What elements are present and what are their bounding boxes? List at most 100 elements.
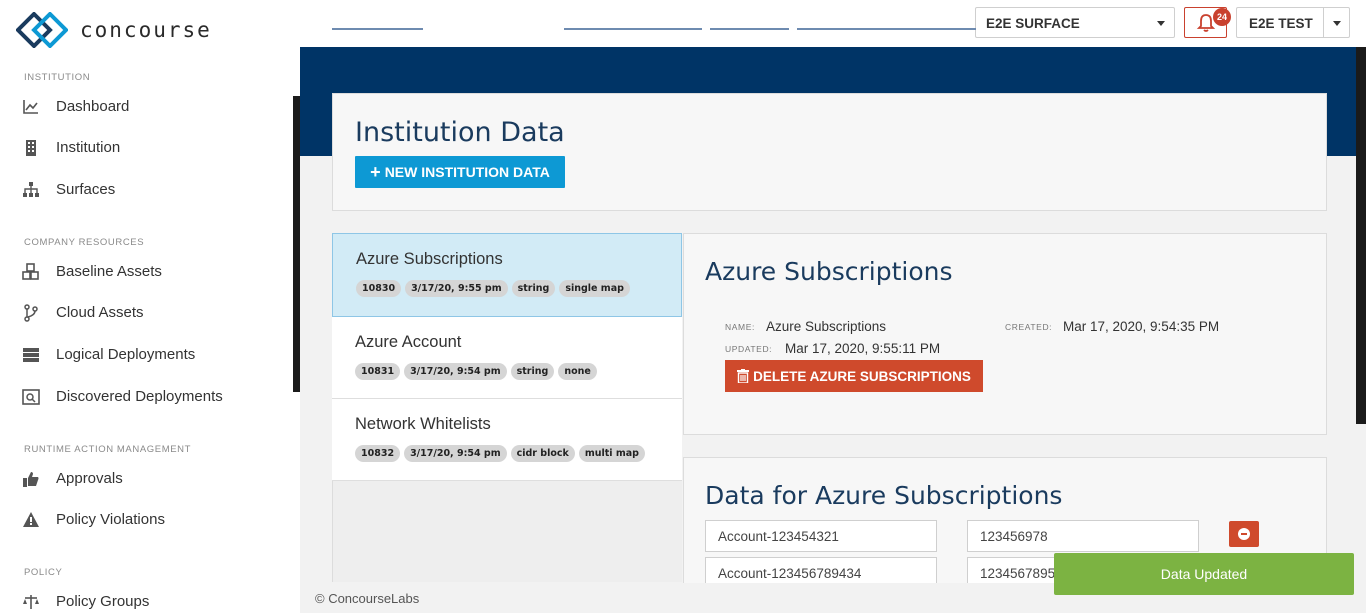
detail-title: Azure Subscriptions [705, 257, 953, 286]
surface-select[interactable]: E2E SURFACE [975, 7, 1175, 38]
sidebar-item-discovered-deployments[interactable]: Discovered Deployments [0, 381, 300, 413]
key-field[interactable]: Account-123456789434 [705, 557, 937, 583]
list-item-name: Azure Subscriptions [356, 250, 503, 268]
sidebar-item-institution[interactable]: Institution [0, 132, 300, 164]
branch-icon [24, 304, 38, 322]
surface-select-value: E2E SURFACE [986, 16, 1080, 31]
sidebar-item-label: Baseline Assets [56, 263, 162, 280]
tag-group: 10832 3/17/20, 9:54 pm cidr block multi … [355, 445, 645, 462]
name-value: Azure Subscriptions [766, 319, 887, 334]
date-tag: 3/17/20, 9:55 pm [405, 280, 508, 297]
new-institution-data-button[interactable]: + NEW INSTITUTION DATA [355, 156, 565, 188]
sidebar-item-label: Dashboard [56, 98, 130, 115]
sidebar-item-label: Cloud Assets [56, 304, 144, 321]
toast-notification[interactable]: Data Updated [1054, 553, 1354, 595]
type-tag: cidr block [510, 445, 575, 462]
tab-overview[interactable]: Overview [332, 0, 423, 30]
type-tag: string [511, 280, 556, 297]
sidebar-item-label: Logical Deployments [56, 346, 196, 363]
minus-circle-icon [1238, 528, 1250, 540]
scrollbar[interactable] [1356, 47, 1366, 424]
chevron-down-icon[interactable] [1333, 21, 1341, 26]
plus-icon: + [370, 162, 381, 182]
page-title: Institution Data [355, 117, 565, 148]
sidebar-item-policy-violations[interactable]: Policy Violations [0, 504, 300, 536]
name-label: NAME: [725, 322, 755, 332]
remove-row-button[interactable] [1229, 521, 1259, 547]
tab-label: Reports [725, 6, 774, 21]
notification-count-badge: 24 [1213, 8, 1231, 26]
chevron-down-icon [1157, 21, 1165, 26]
data-section-title: Data for Azure Subscriptions [705, 481, 1063, 510]
cubes-icon [22, 263, 39, 280]
building-icon [26, 140, 36, 156]
id-tag: 10830 [356, 280, 402, 297]
sidebar-item-label: Institution [56, 139, 121, 156]
sidebar-item-baseline-assets[interactable]: Baseline Assets [0, 256, 300, 288]
list-item[interactable]: Network Whitelists 10832 3/17/20, 9:54 p… [332, 399, 682, 481]
tab-label: Connect Cloud Accounts [812, 6, 961, 21]
copyright-text: © ConcourseLabs [315, 591, 420, 606]
id-tag: 10832 [355, 445, 401, 462]
sidebar-item-policy-groups[interactable]: Policy Groups [0, 586, 300, 613]
warning-icon [23, 512, 39, 527]
list-item-name: Azure Account [355, 333, 462, 351]
map-tag: multi map [578, 445, 645, 462]
id-tag: 10831 [355, 363, 401, 380]
created-value: Mar 17, 2020, 9:54:35 PM [1063, 319, 1220, 334]
tab-label: Institution Data [448, 6, 539, 21]
created-label: CREATED: [1005, 322, 1053, 332]
tab-idp-configuration[interactable]: IDP configuration [564, 0, 702, 30]
sidebar-item-label: Policy Groups [56, 593, 150, 610]
chart-icon [23, 100, 38, 114]
frame-edge [293, 96, 300, 392]
toast-message: Data Updated [1160, 566, 1248, 582]
section-title-policy: POLICY [24, 567, 63, 578]
delete-button[interactable]: DELETE AZURE SUBSCRIPTIONS [725, 360, 983, 392]
concourse-logo-icon [16, 12, 68, 48]
user-menu-button[interactable]: E2E TEST [1236, 7, 1350, 38]
sidebar-item-label: Policy Violations [56, 511, 165, 528]
sidebar-item-label: Surfaces [56, 181, 116, 198]
sidebar: concourse INSTITUTION COMPANY RESOURCES … [0, 0, 300, 613]
value-field[interactable]: 123456978 [967, 520, 1199, 552]
sidebar-item-cloud-assets[interactable]: Cloud Assets [0, 297, 300, 329]
date-tag: 3/17/20, 9:54 pm [404, 445, 507, 462]
map-tag: none [558, 363, 597, 380]
list-item-name: Network Whitelists [355, 415, 491, 433]
type-tag: string [510, 363, 555, 380]
section-title-runtime-action: RUNTIME ACTION MANAGEMENT [24, 444, 192, 455]
list-item[interactable]: Azure Account 10831 3/17/20, 9:54 pm str… [332, 317, 682, 399]
section-title-company-resources: COMPANY RESOURCES [24, 237, 145, 248]
sidebar-item-dashboard[interactable]: Dashboard [0, 91, 300, 123]
page-header-card [332, 93, 1327, 211]
date-tag: 3/17/20, 9:54 pm [404, 363, 507, 380]
brand-name: concourse [80, 18, 212, 42]
tab-connect-cloud-accounts[interactable]: Connect Cloud Accounts [797, 0, 976, 30]
button-label: NEW INSTITUTION DATA [384, 164, 550, 180]
updated-label: UPDATED: [725, 344, 773, 354]
concourse-logo[interactable]: concourse [16, 12, 212, 48]
trash-icon [737, 369, 750, 383]
user-name: E2E TEST [1249, 16, 1313, 31]
tab-institution-data[interactable]: Institution Data [431, 0, 556, 30]
sidebar-item-approvals[interactable]: Approvals [0, 463, 300, 495]
hierarchy-icon [23, 182, 39, 197]
sidebar-item-label: Approvals [56, 470, 123, 487]
search-server-icon [22, 389, 40, 405]
tag-group: 10831 3/17/20, 9:54 pm string none [355, 363, 597, 380]
sidebar-item-logical-deployments[interactable]: Logical Deployments [0, 339, 300, 371]
section-title-institution: INSTITUTION [24, 72, 91, 83]
thumbs-up-icon [23, 472, 39, 487]
tag-group: 10830 3/17/20, 9:55 pm string single map [356, 280, 630, 297]
scale-icon [23, 595, 39, 609]
tab-label: Overview [349, 6, 406, 21]
updated-value: Mar 17, 2020, 9:55:11 PM [785, 341, 941, 356]
key-field[interactable]: Account-123454321 [705, 520, 937, 552]
map-tag: single map [559, 280, 630, 297]
sidebar-item-label: Discovered Deployments [56, 388, 223, 405]
list-item[interactable]: Azure Subscriptions 10830 3/17/20, 9:55 … [332, 233, 682, 317]
sidebar-item-surfaces[interactable]: Surfaces [0, 174, 300, 206]
tab-label: IDP configuration [581, 6, 685, 21]
tab-reports[interactable]: Reports [710, 0, 789, 30]
